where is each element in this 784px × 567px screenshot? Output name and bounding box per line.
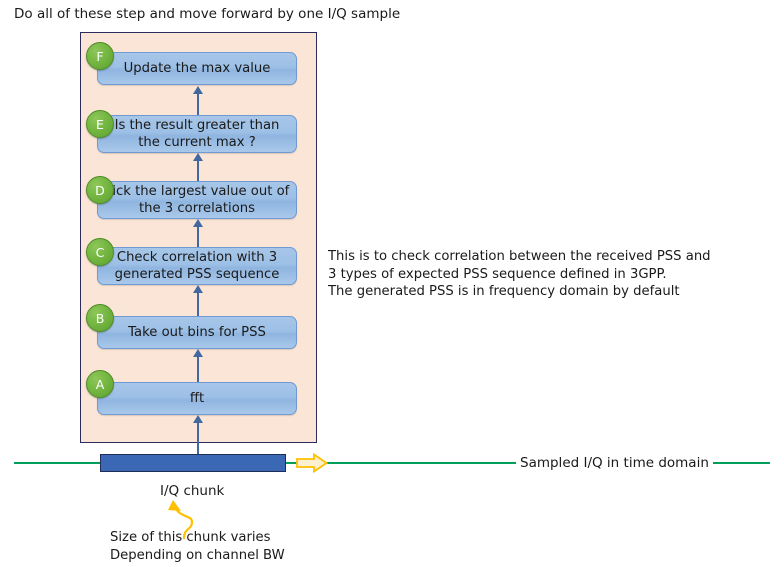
page-title: Do all of these step and move forward by… [14, 6, 401, 22]
step-label-a: fft [189, 391, 205, 406]
arrow-up-icon [193, 153, 203, 161]
connector-shaft [197, 225, 199, 247]
step-box-b[interactable]: Take out bins for PSS [97, 316, 297, 349]
connector-e-to-f [193, 86, 203, 115]
step-label-b: Take out bins for PSS [128, 325, 266, 340]
connector-c-to-d [193, 219, 203, 247]
connector-shaft [197, 291, 199, 316]
step-label-c: Check correlation with 3 generated PSS s… [114, 250, 280, 282]
step-box-c[interactable]: Check correlation with 3 generated PSS s… [97, 247, 297, 285]
step-badge-e: E [86, 110, 114, 138]
step-badge-d: D [86, 176, 114, 204]
step-badge-f: F [86, 42, 114, 70]
connector-shaft [197, 355, 199, 382]
arrow-up-icon [193, 415, 203, 423]
arrow-up-icon [193, 219, 203, 227]
connector-a-to-b [193, 349, 203, 382]
advance-arrow-icon [296, 452, 329, 474]
step-box-d[interactable]: Pick the largest value out of the 3 corr… [97, 181, 297, 219]
step-badge-c: C [86, 238, 114, 266]
step-badge-b: B [86, 304, 114, 332]
step-box-a[interactable]: fft [97, 382, 297, 415]
step-label-d: Pick the largest value out of the 3 corr… [104, 184, 290, 216]
explanation-text: This is to check correlation between the… [328, 249, 711, 299]
iq-chunk-bar[interactable] [100, 454, 286, 472]
connector-shaft [197, 159, 199, 181]
arrow-up-icon [193, 349, 203, 357]
connector-shaft [197, 92, 199, 115]
curved-pointer-icon [150, 494, 222, 540]
step-badge-a: A [86, 370, 114, 398]
connector-b-to-c [193, 285, 203, 316]
step-label-e: Is the result greater than the current m… [114, 118, 280, 150]
step-box-e[interactable]: Is the result greater than the current m… [97, 115, 297, 153]
step-label-f: Update the max value [123, 61, 271, 76]
arrow-up-icon [193, 285, 203, 293]
arrow-up-icon [193, 86, 203, 94]
sampled-timeline-label: Sampled I/Q in time domain [516, 454, 713, 472]
step-box-f[interactable]: Update the max value [97, 52, 297, 85]
connector-d-to-e [193, 153, 203, 181]
